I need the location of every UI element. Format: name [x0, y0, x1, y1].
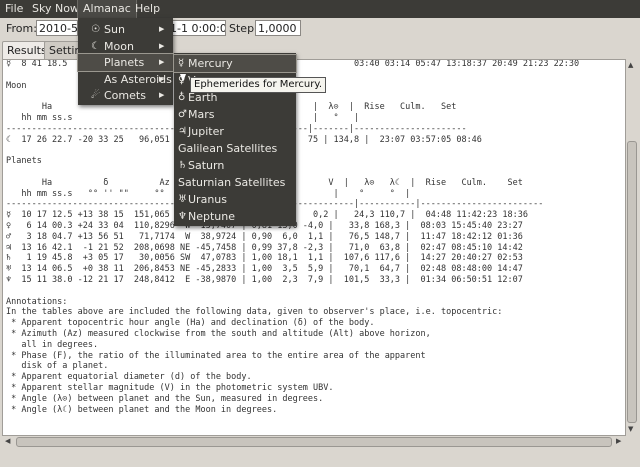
from-label: From: [6, 22, 37, 35]
planets-item-label: Mars [188, 108, 215, 121]
result-line: Moon [6, 80, 27, 91]
menu-almanac[interactable]: Almanac [77, 0, 137, 19]
scroll-right-icon[interactable]: ▶ [616, 437, 621, 445]
saturn-symbol-icon: ♄ [178, 160, 187, 171]
planets-menu-item-neptune[interactable]: ♆ Neptune [174, 208, 296, 225]
result-line: In the tables above are included the fol… [6, 307, 503, 318]
planets-menu-item-mars[interactable]: ♂ Mars [174, 106, 296, 123]
submenu-arrow-icon: ▶ [159, 58, 165, 66]
submenu-arrow-icon: ▶ [159, 25, 165, 33]
result-line: ♃ 13 16 42.1 -1 21 52 208,0698 NE -45,74… [6, 242, 523, 253]
result-line: * Apparent equatorial diameter (d) of th… [6, 372, 252, 383]
submenu-arrow-icon: ▶ [159, 74, 165, 83]
scroll-left-icon[interactable]: ◀ [5, 437, 10, 445]
almanac-item-label: Comets [104, 89, 146, 102]
planets-menu-item-saturnian-satellites[interactable]: Saturnian Satellites [174, 174, 296, 191]
planets-item-label: Saturnian Satellites [178, 176, 286, 189]
vertical-scroll-thumb[interactable] [627, 141, 637, 423]
planets-menu-item-saturn[interactable]: ♄ Saturn [174, 157, 296, 174]
planets-menu-item-uranus[interactable]: ♅ Uranus [174, 191, 296, 208]
almanac-item-label: Moon [104, 39, 134, 53]
result-line: * Azimuth (Az) measured clockwise from t… [6, 329, 431, 339]
result-line: * Angle (λ⊙) between planet and the Sun,… [6, 393, 324, 404]
submenu-arrow-icon: ▶ [159, 41, 165, 50]
planets-item-label: Saturn [188, 159, 225, 172]
almanac-item-icon: ☄ [91, 90, 100, 101]
from-date-field[interactable]: 2010-5- [36, 20, 78, 36]
planets-menu-item-mercury[interactable]: ☿ Mercury [173, 54, 297, 73]
result-line: * Apparent topocentric hour angle (Ha) a… [6, 318, 375, 329]
result-line: * Phase (F), the ratio of the illuminate… [6, 350, 426, 361]
mars-symbol-icon: ♂ [178, 109, 187, 120]
almanac-menu-item-planets[interactable]: Planets ▶ [77, 53, 174, 72]
jupiter-symbol-icon: ♃ [178, 126, 187, 137]
step-field[interactable]: 1,0000 d [255, 20, 301, 36]
result-line: ♂ 3 18 04.7 +13 56 51 71,7174 W 38,9724 … [6, 231, 523, 242]
horizontal-scroll-thumb[interactable] [16, 437, 612, 447]
menu-help[interactable]: Help [130, 0, 165, 18]
horizontal-scrollbar[interactable]: ◀ ▶ [2, 436, 626, 448]
menu-sky-now[interactable]: Sky Now [27, 0, 84, 18]
result-line: disk of a planet. [6, 361, 109, 372]
scroll-down-icon[interactable]: ▼ [628, 425, 633, 433]
to-date-field[interactable]: 1-1 0:00:00 [168, 20, 226, 36]
menu-file[interactable]: File [0, 0, 28, 18]
neptune-symbol-icon: ♆ [178, 211, 187, 222]
vertical-scrollbar[interactable]: ▲ ▼ [626, 59, 638, 436]
planets-item-label: Mercury [188, 57, 233, 70]
results-text-area[interactable]: ☿ 8 41 18.5 03:40 03:14 05:47 13:18:37 2… [2, 59, 626, 436]
almanac-menu-item-as-asteroids[interactable]: As Asteroids ▶ [78, 71, 173, 88]
uranus-symbol-icon: ♅ [178, 194, 187, 205]
planets-item-label: Jupiter [188, 125, 224, 138]
result-line: Planets [6, 156, 42, 167]
mercury-symbol-icon: ☿ [178, 58, 185, 69]
step-label: Step: [229, 22, 258, 35]
almanac-menu-item-moon[interactable]: ☾ Moon ▶ [78, 38, 173, 55]
almanac-item-icon: ☉ [91, 24, 100, 35]
result-line: ♅ 13 14 06.5 +0 38 11 206,8453 NE -45,28… [6, 264, 523, 275]
result-line: ♄ 1 19 45.8 +3 05 17 30,0056 SW 47,0783 … [6, 253, 523, 264]
almanac-item-label: Planets [104, 56, 145, 69]
result-line: all in degrees. [6, 339, 99, 350]
mouse-cursor-icon [180, 74, 186, 82]
earth-symbol-icon: ♁ [178, 92, 186, 103]
result-line: Annotations: [6, 296, 68, 307]
almanac-menu: ☉ Sun ▶ ☾ Moon ▶ Planets ▶ As Asteroids ▶ ☄ Comets ▶ [77, 18, 174, 105]
planets-item-label: Neptune [188, 210, 236, 223]
almanac-menu-item-comets[interactable]: ☄ Comets ▶ [78, 87, 173, 104]
tooltip: Ephemerides for Mercury. [190, 77, 327, 93]
result-line: ♆ 15 11 38.0 -12 21 17 248,8412 E -38,98… [6, 275, 523, 285]
result-line: * Apparent stellar magnitude (V) in the … [6, 383, 334, 393]
planets-menu-item-jupiter[interactable]: ♃ Jupiter [174, 123, 296, 140]
almanac-item-icon: ☾ [91, 40, 100, 52]
menu-bar: File Sky Now Almanac Help [0, 0, 640, 19]
almanac-menu-item-sun[interactable]: ☉ Sun ▶ [78, 21, 173, 38]
scroll-up-icon[interactable]: ▲ [628, 61, 633, 69]
planets-item-label: Galilean Satellites [178, 142, 278, 155]
planets-item-label: Uranus [188, 193, 227, 206]
almanac-item-label: Sun [104, 23, 125, 36]
submenu-arrow-icon: ▶ [159, 91, 165, 99]
result-line: * Angle (λ☾) between planet and the Moon… [6, 404, 278, 415]
planets-menu-item-galilean-satellites[interactable]: Galilean Satellites [174, 140, 296, 157]
